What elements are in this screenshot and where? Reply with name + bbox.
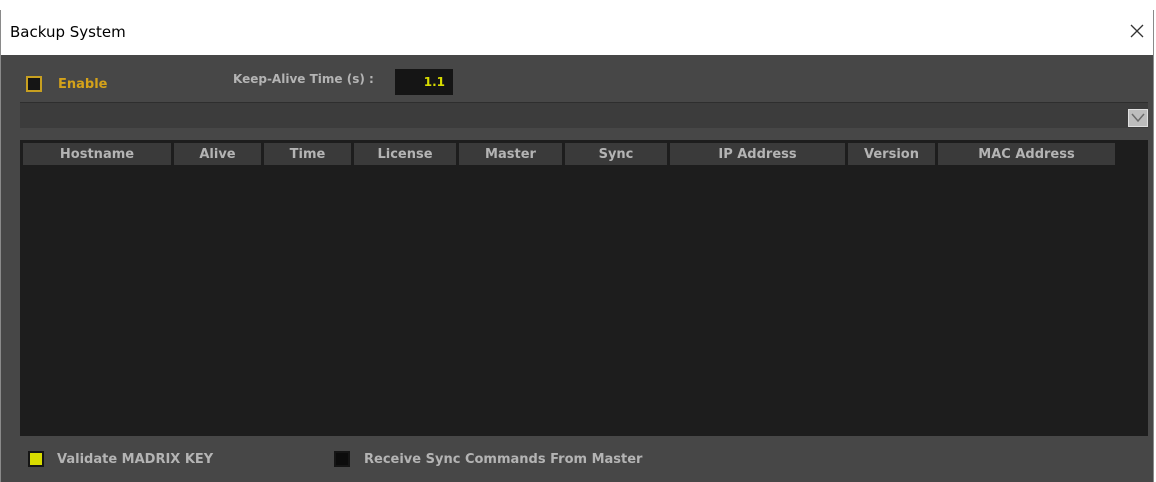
receive-sync-checkbox[interactable] <box>334 451 350 467</box>
chevron-down-icon <box>1131 113 1145 123</box>
column-header-mac-address[interactable]: MAC Address <box>938 143 1118 165</box>
column-header-master[interactable]: Master <box>459 143 565 165</box>
column-header-version[interactable]: Version <box>848 143 938 165</box>
backup-hosts-table: Hostname Alive Time License Master Sync … <box>20 140 1148 436</box>
bottom-options: Validate MADRIX KEY Receive Sync Command… <box>1 436 1153 482</box>
backup-system-window: Backup System Enable Keep-Alive Time (s)… <box>0 10 1154 482</box>
enable-label: Enable <box>58 77 108 92</box>
keep-alive-input[interactable]: 1.1 <box>395 69 453 95</box>
column-header-time[interactable]: Time <box>264 143 354 165</box>
backup-system-panel: Enable Keep-Alive Time (s) : 1.1 Hostnam… <box>1 55 1153 482</box>
title-bar: Backup System <box>1 10 1153 55</box>
table-header: Hostname Alive Time License Master Sync … <box>23 143 1118 165</box>
column-header-license[interactable]: License <box>354 143 459 165</box>
dropdown-button[interactable] <box>1128 109 1148 127</box>
column-header-ip-address[interactable]: IP Address <box>670 143 848 165</box>
close-icon <box>1130 24 1144 38</box>
keep-alive-label: Keep-Alive Time (s) : <box>233 72 374 86</box>
window-title: Backup System <box>10 23 126 41</box>
column-header-hostname[interactable]: Hostname <box>23 143 174 165</box>
validate-madrix-key-checkbox[interactable] <box>28 451 44 467</box>
receive-sync-label: Receive Sync Commands From Master <box>364 452 643 467</box>
enable-checkbox[interactable] <box>26 76 42 92</box>
column-header-alive[interactable]: Alive <box>174 143 264 165</box>
filter-bar <box>20 102 1148 128</box>
close-button[interactable] <box>1125 19 1149 43</box>
column-header-sync[interactable]: Sync <box>565 143 670 165</box>
validate-madrix-key-label: Validate MADRIX KEY <box>57 452 214 467</box>
